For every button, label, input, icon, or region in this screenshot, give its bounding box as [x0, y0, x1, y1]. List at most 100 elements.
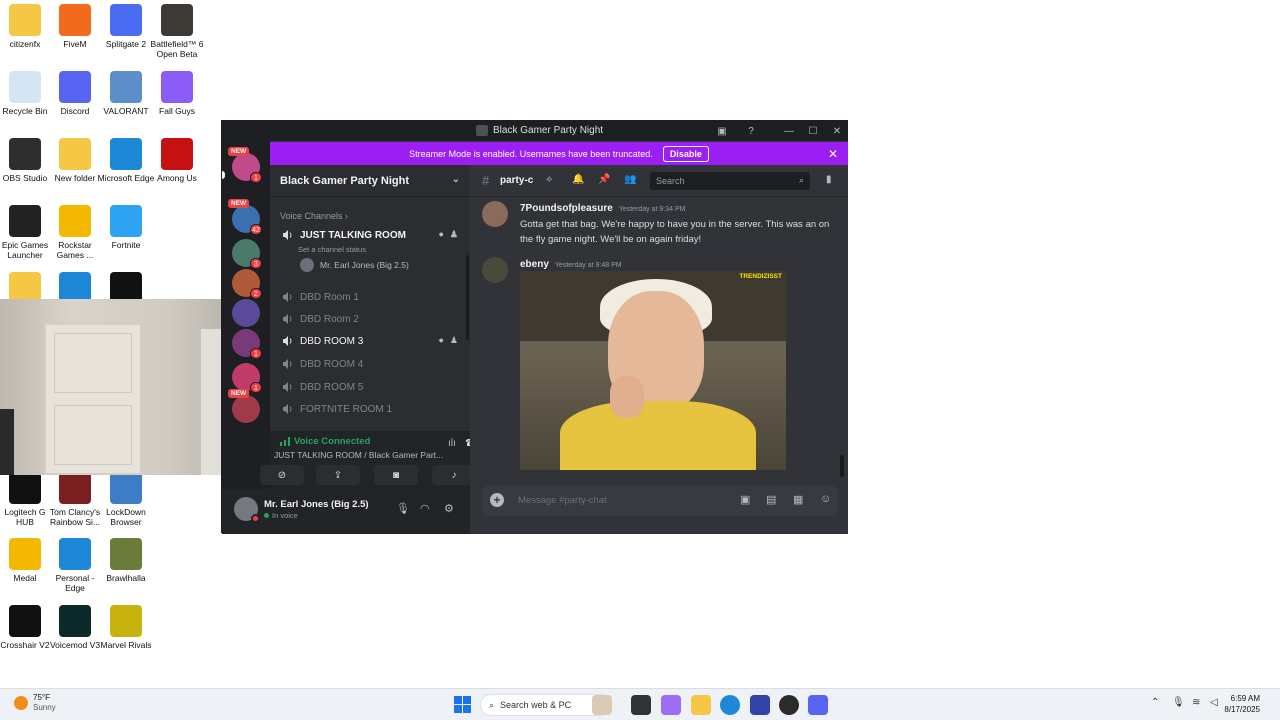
- message-author[interactable]: 7Poundsofpleasure Yesterday at 9:34 PM: [520, 203, 685, 214]
- desktop-icon[interactable]: Among Us: [147, 138, 207, 183]
- voice-channel[interactable]: DBD ROOM 4: [278, 354, 462, 374]
- chevron-up-icon[interactable]: ⌃: [1151, 697, 1159, 708]
- microphone-icon[interactable]: 🎙: [396, 502, 410, 515]
- desktop-icon-label: citizenfx: [9, 39, 41, 49]
- chat-bubble-icon[interactable]: ●: [438, 335, 443, 346]
- message: 7Poundsofpleasure Yesterday at 9:34 PM Go…: [482, 201, 832, 251]
- voice-user[interactable]: Mr. Earl Jones (Big 2.5): [300, 257, 409, 273]
- voice-channel[interactable]: JUST TALKING ROOM ● ♟: [278, 225, 462, 245]
- invite-icon[interactable]: ♟: [450, 229, 458, 240]
- streamer-mode-banner: Streamer Mode is enabled. Usernames have…: [270, 142, 848, 165]
- server-icon[interactable]: [232, 299, 260, 327]
- new-badge: NEW: [228, 389, 250, 398]
- gift-icon[interactable]: ▣: [740, 493, 750, 506]
- clock[interactable]: 6:59 AM 8/17/2025: [1224, 693, 1260, 715]
- gif-attachment[interactable]: TRENDIZISST: [520, 271, 786, 470]
- message-composer[interactable]: + Message #party-chat ▣ ▤ ▦ ☺: [482, 486, 838, 516]
- file-explorer-icon[interactable]: [691, 695, 711, 715]
- desktop-icon[interactable]: Fortnite: [96, 205, 156, 250]
- server-icon[interactable]: 1: [232, 329, 262, 359]
- guild-header[interactable]: Black Gamer Party Night ⌄: [270, 165, 470, 197]
- voice-location[interactable]: JUST TALKING ROOM / Black Gamer Part...: [274, 450, 446, 460]
- bookmark-icon[interactable]: ▮: [826, 174, 832, 185]
- screenshare-button[interactable]: ⇪: [316, 465, 360, 485]
- message-avatar[interactable]: [482, 201, 508, 227]
- bell-icon[interactable]: 🔔: [572, 174, 584, 185]
- app-icon: [110, 538, 142, 570]
- start-button[interactable]: [454, 696, 471, 713]
- channel-label: JUST TALKING ROOM: [300, 229, 406, 241]
- obs-icon[interactable]: [779, 695, 799, 715]
- server-icon[interactable]: 2: [232, 269, 262, 299]
- scrollbar[interactable]: [840, 455, 844, 477]
- server-icon[interactable]: NEW: [228, 389, 260, 423]
- activity-button[interactable]: ◙: [374, 465, 418, 485]
- message-author[interactable]: ebeny Yesterday at 9:48 PM: [520, 259, 622, 270]
- avatar: [300, 258, 314, 272]
- desktop-icon[interactable]: Brawlhalla: [96, 538, 156, 583]
- noise-suppression-icon[interactable]: ılı: [448, 438, 456, 449]
- speaker-icon: [282, 358, 294, 370]
- app-icon: [9, 138, 41, 170]
- members-icon[interactable]: 👥: [624, 174, 636, 185]
- volume-icon[interactable]: ◁: [1210, 697, 1218, 708]
- scrollbar[interactable]: [466, 255, 469, 340]
- pin-icon[interactable]: 📌: [598, 174, 610, 185]
- invite-icon[interactable]: ♟: [450, 335, 458, 346]
- minimize-button[interactable]: —: [781, 123, 797, 139]
- voice-channel[interactable]: DBD ROOM 5: [278, 377, 462, 397]
- headphones-icon[interactable]: ◠: [420, 502, 430, 515]
- camera-button[interactable]: ⊘: [260, 465, 304, 485]
- lockdown-icon[interactable]: [750, 695, 770, 715]
- desktop-icon[interactable]: Battlefield™ 6 Open Beta: [147, 4, 207, 59]
- user-name[interactable]: Mr. Earl Jones (Big 2.5): [264, 499, 369, 510]
- taskbar-search[interactable]: ⌕ Search web & PC: [480, 694, 610, 716]
- app-icon: [59, 538, 91, 570]
- voice-channel[interactable]: DBD ROOM 3 ● ♟: [278, 331, 462, 351]
- voice-connected-label: Voice Connected: [280, 436, 370, 447]
- server-icon[interactable]: 3: [232, 239, 262, 269]
- channel-label: DBD ROOM 5: [300, 381, 364, 393]
- inbox-icon[interactable]: ▣: [714, 123, 730, 139]
- threads-icon[interactable]: ⟡: [546, 174, 553, 185]
- app-icon: [110, 138, 142, 170]
- discord-taskbar-icon[interactable]: [808, 695, 828, 715]
- voice-channel[interactable]: DBD Room 2: [278, 309, 462, 329]
- weather-widget[interactable]: 75°F Sunny: [14, 693, 56, 713]
- desktop-icon[interactable]: LockDown Browser: [96, 472, 156, 527]
- disable-button[interactable]: Disable: [662, 145, 709, 162]
- add-attachment-icon[interactable]: +: [490, 493, 504, 507]
- close-button[interactable]: ✕: [829, 123, 845, 139]
- sun-icon: [14, 696, 28, 710]
- title-bar: Black Gamer Party Night ▣ ? — ☐ ✕: [222, 121, 847, 141]
- emoji-icon[interactable]: ☺: [820, 493, 831, 505]
- voice-channel[interactable]: DBD Room 1: [278, 287, 462, 307]
- voice-channel[interactable]: FORTNITE ROOM 1: [278, 399, 462, 419]
- task-view-icon[interactable]: [631, 695, 651, 715]
- desktop-icon[interactable]: Marvel Rivals: [96, 605, 156, 650]
- sticker-icon[interactable]: ▦: [793, 493, 803, 506]
- mic-icon[interactable]: 🎙: [1172, 697, 1185, 708]
- message-input[interactable]: Message #party-chat: [518, 495, 607, 506]
- edge-icon[interactable]: [720, 695, 740, 715]
- message-avatar[interactable]: [482, 257, 508, 283]
- help-icon[interactable]: ?: [743, 123, 759, 139]
- search-input[interactable]: Search ⌕: [650, 172, 810, 190]
- taskbar-app-icon[interactable]: [592, 695, 612, 715]
- new-badge: NEW: [228, 147, 250, 156]
- chat-bubble-icon[interactable]: ●: [438, 229, 443, 240]
- maximize-button[interactable]: ☐: [805, 123, 821, 139]
- channel-status-hint[interactable]: Set a channel status: [298, 245, 366, 254]
- category-voice-channels[interactable]: Voice Channels ›: [280, 211, 348, 221]
- server-icon[interactable]: 1: [232, 363, 262, 393]
- desktop-icon[interactable]: Fall Guys: [147, 71, 207, 116]
- copilot-icon[interactable]: [661, 695, 681, 715]
- server-icon[interactable]: NEW 1: [228, 147, 262, 183]
- gif-icon[interactable]: ▤: [766, 493, 776, 506]
- desktop-icon-label: Among Us: [157, 173, 197, 183]
- server-icon[interactable]: NEW 42: [228, 199, 262, 235]
- wifi-icon[interactable]: ≋: [1192, 697, 1200, 708]
- user-avatar[interactable]: [234, 497, 260, 523]
- close-banner-icon[interactable]: ✕: [828, 147, 838, 161]
- settings-gear-icon[interactable]: ⚙: [444, 502, 454, 515]
